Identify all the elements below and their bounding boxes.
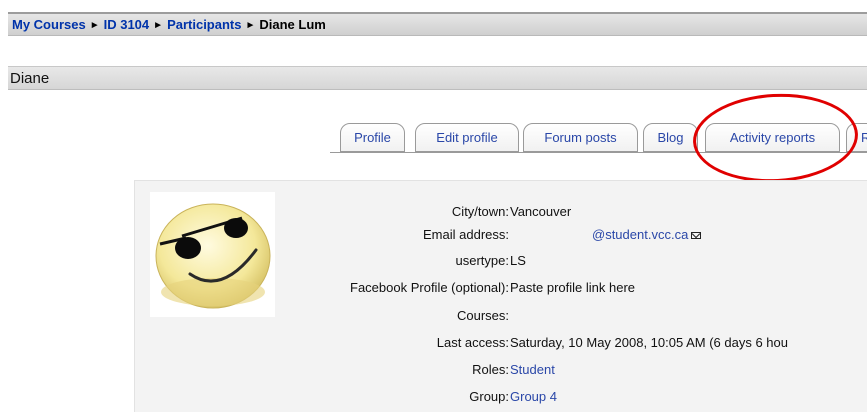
breadcrumb-separator-icon: ► (245, 20, 256, 31)
tabs-underline (330, 152, 867, 153)
field-value: Saturday, 10 May 2008, 10:05 AM (6 days … (510, 335, 788, 350)
page-heading-bar: Diane (8, 66, 867, 90)
field-label: Group: (469, 389, 509, 404)
breadcrumb-separator-icon: ► (153, 20, 164, 31)
breadcrumb-link-course[interactable]: ID 3104 (104, 17, 150, 32)
field-value: Paste profile link here (510, 280, 636, 295)
breadcrumb-current: Diane Lum (259, 17, 326, 32)
field-label: Courses: (456, 308, 509, 323)
profile-field-city: City/town: Vancouver (260, 204, 867, 224)
tab-forum-posts[interactable]: Forum posts (523, 123, 638, 152)
email-text[interactable]: @student.vcc.ca (592, 227, 688, 242)
page-title: Diane (10, 70, 50, 87)
role-link[interactable]: Student (510, 362, 555, 377)
field-label: Roles: (472, 362, 509, 377)
profile-field-group: Group: Group 4 (260, 389, 867, 409)
profile-field-roles: Roles: Student (260, 362, 867, 382)
profile-field-courses: Courses: (260, 308, 867, 328)
breadcrumb: My Courses ► ID 3104 ► Participants ► Diane Lu… (12, 17, 326, 32)
profile-field-email: Email address: @student.vcc.ca (260, 227, 867, 247)
field-label: Last access: (436, 335, 509, 350)
avatar (150, 192, 275, 317)
email-link[interactable]: @student.vcc.ca (592, 227, 702, 242)
tab-edit-profile[interactable]: Edit profile (415, 123, 519, 152)
breadcrumb-separator-icon: ► (89, 20, 100, 31)
tab-activity-reports[interactable]: Activity reports (705, 123, 840, 152)
field-value: LS (510, 253, 526, 268)
profile-tabs: Profile Edit profile Forum posts Blog Ac… (0, 123, 867, 153)
field-label: Email address: (423, 227, 509, 242)
field-label: usertype: (455, 253, 509, 268)
field-label: Facebook Profile (optional): (350, 280, 509, 295)
breadcrumb-link-participants[interactable]: Participants (167, 17, 241, 32)
breadcrumb-link-my-courses[interactable]: My Courses (12, 17, 86, 32)
tab-reports-partial[interactable]: R (846, 123, 867, 152)
profile-field-last-access: Last access: Saturday, 10 May 2008, 10:0… (260, 335, 867, 355)
tab-blog[interactable]: Blog (643, 123, 698, 152)
profile-field-usertype: usertype: LS (260, 253, 867, 273)
profile-field-facebook: Facebook Profile (optional): Paste profi… (260, 280, 867, 300)
page: My Courses ► ID 3104 ► Participants ► Diane Lu… (0, 0, 867, 412)
mail-icon[interactable] (691, 232, 702, 239)
field-value: Vancouver (510, 204, 572, 219)
smiley-sunglasses-icon (155, 203, 271, 309)
tab-profile[interactable]: Profile (340, 123, 405, 152)
field-label: City/town: (451, 204, 509, 219)
group-link[interactable]: Group 4 (510, 389, 557, 404)
breadcrumb-bar: My Courses ► ID 3104 ► Participants ► Diane Lu… (8, 12, 867, 36)
